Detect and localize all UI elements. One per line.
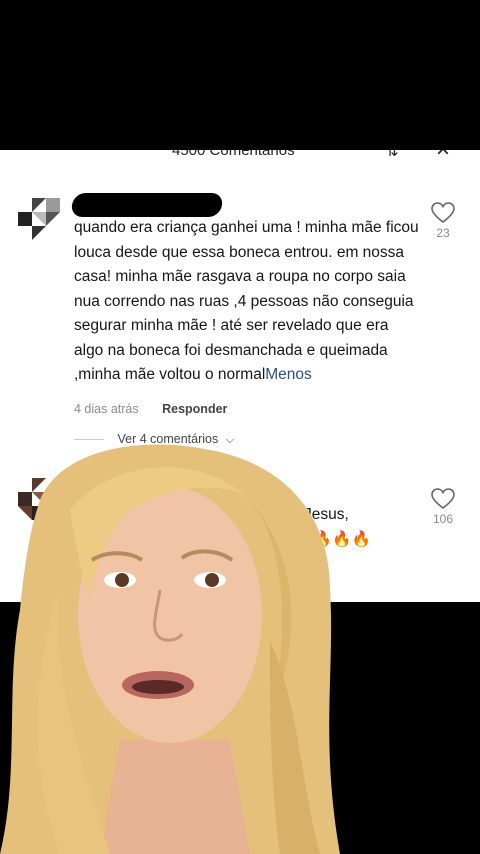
comment-body: quando era criança ganhei uma ! minha mã…: [74, 219, 419, 383]
close-icon[interactable]: ×: [436, 150, 450, 164]
comment-meta: 4 dias atrás Responder: [74, 402, 227, 416]
comments-count-title: 4500 Comentários: [172, 150, 295, 159]
like-count: 23: [436, 226, 450, 240]
heart-icon: [431, 488, 455, 510]
avatar[interactable]: [16, 196, 62, 242]
person-video-overlay: [0, 444, 340, 854]
less-link[interactable]: Menos: [265, 366, 312, 383]
like-button[interactable]: 106: [426, 488, 460, 526]
comment-time: 4 dias atrás: [74, 402, 139, 416]
comments-header: 4500 Comentários ⇅ ×: [0, 150, 480, 164]
heart-icon: [431, 202, 455, 224]
reply-button[interactable]: Responder: [162, 402, 227, 416]
like-button[interactable]: 23: [426, 202, 460, 240]
sort-icon[interactable]: ⇅: [386, 150, 399, 160]
comment-text: quando era criança ganhei uma ! minha mã…: [74, 216, 419, 388]
like-count: 106: [432, 512, 454, 526]
redacted-username: [70, 193, 224, 217]
